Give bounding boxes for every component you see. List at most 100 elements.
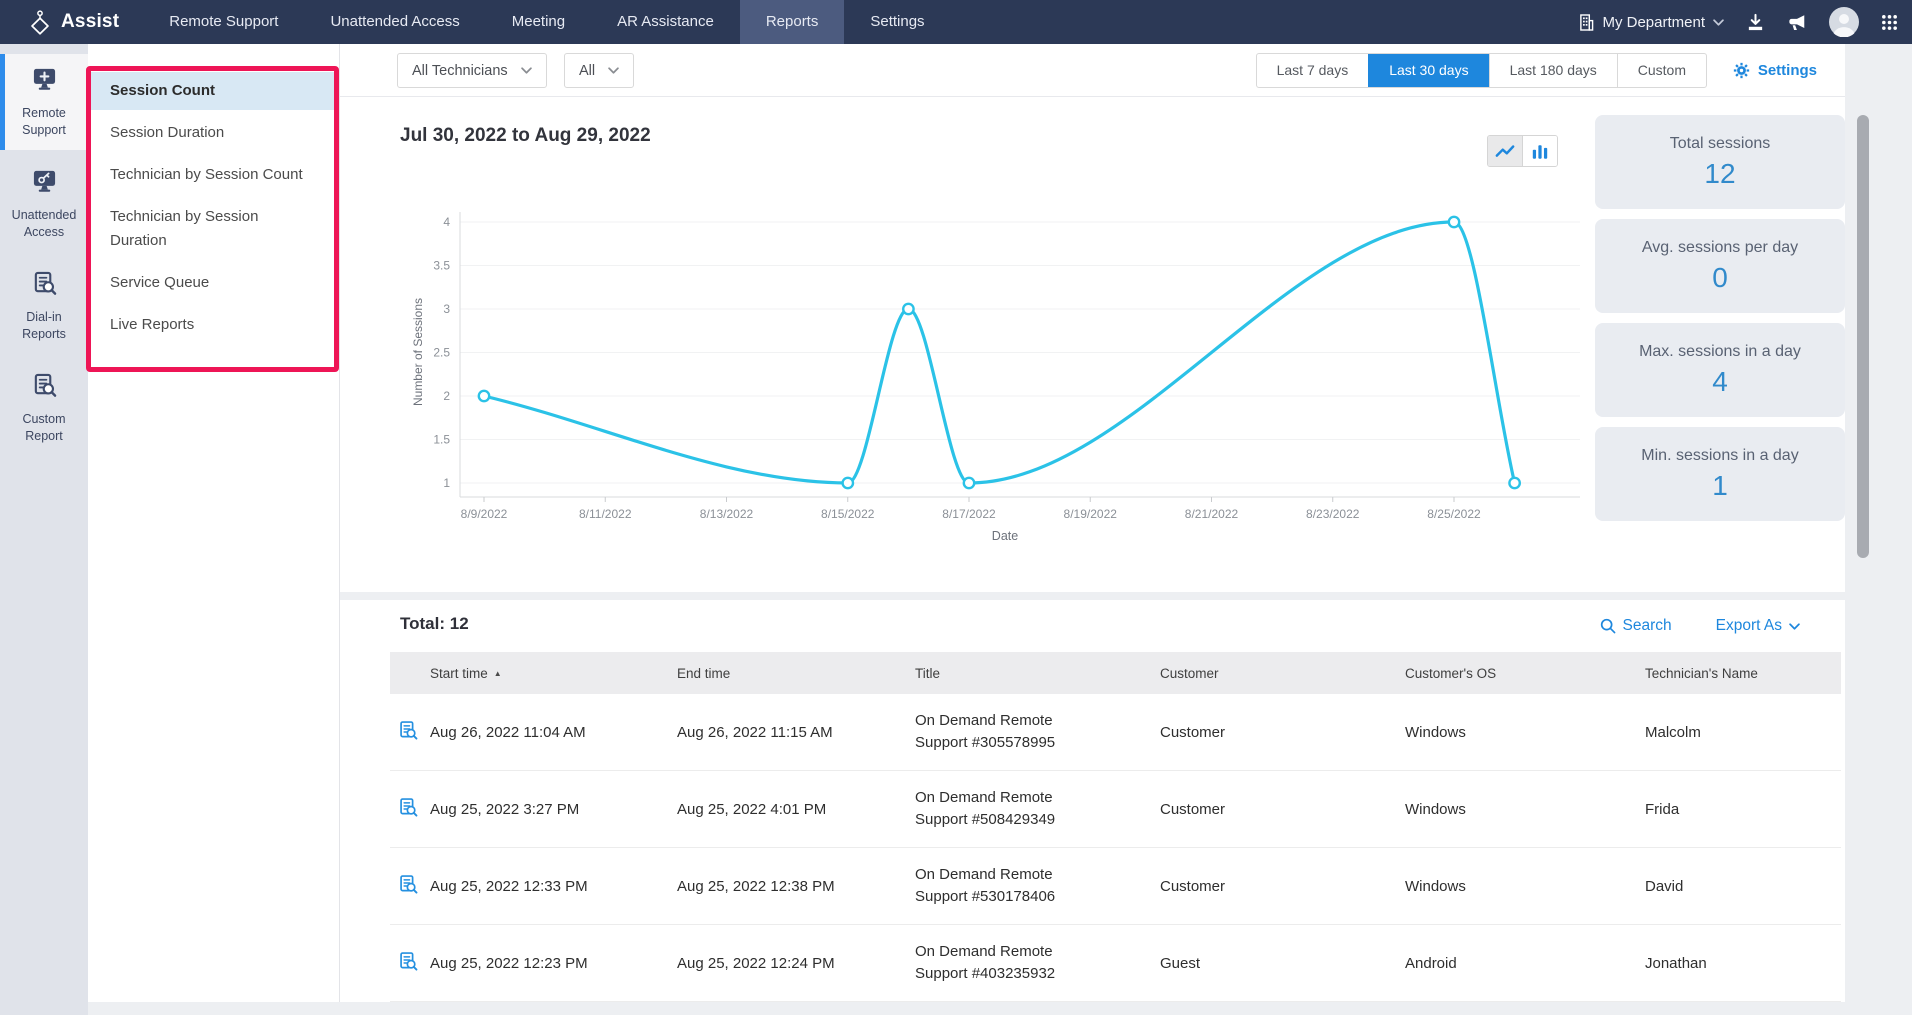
end-time-cell: Aug 26, 2022 11:15 AM bbox=[677, 724, 915, 741]
filter-bar: All Technicians All Last 7 daysLast 30 d… bbox=[340, 44, 1845, 97]
chevron-down-icon bbox=[1713, 19, 1724, 26]
app-logo[interactable]: Assist bbox=[28, 9, 119, 36]
sidebar-item-dial-in-reports[interactable]: Dial-in Reports bbox=[0, 258, 88, 354]
data-point-marker[interactable] bbox=[843, 478, 853, 488]
search-icon bbox=[1600, 618, 1616, 634]
sidebar-item-remote-support[interactable]: Remote Support bbox=[0, 54, 88, 150]
end-time-cell: Aug 25, 2022 4:01 PM bbox=[677, 801, 915, 818]
monitor-plus-icon bbox=[31, 67, 58, 92]
table-row[interactable]: Aug 25, 2022 12:23 PM Aug 25, 2022 12:24… bbox=[390, 925, 1841, 1002]
data-point-marker[interactable] bbox=[1509, 478, 1519, 488]
report-menu-item-service-queue[interactable]: Service Queue bbox=[88, 264, 339, 302]
report-menu-item-session-count[interactable]: Session Count bbox=[88, 72, 339, 110]
column-header-start-time[interactable]: Start time▲ bbox=[430, 666, 677, 681]
y-tick-label: 1 bbox=[443, 476, 450, 490]
summary-card-max-sessions-in-a-day: Max. sessions in a day 4 bbox=[1595, 323, 1845, 417]
session-type-filter-value: All bbox=[579, 63, 595, 79]
technician-name-cell: Frida bbox=[1645, 801, 1841, 818]
table-row[interactable]: Aug 25, 2022 12:33 PM Aug 25, 2022 12:38… bbox=[390, 848, 1841, 925]
y-tick-label: 3 bbox=[443, 302, 450, 316]
customer-os-cell: Windows bbox=[1405, 724, 1645, 741]
table-row[interactable]: Aug 26, 2022 11:04 AM Aug 26, 2022 11:15… bbox=[390, 694, 1841, 771]
department-selector[interactable]: My Department bbox=[1579, 14, 1724, 31]
nav-item-ar-assistance[interactable]: AR Assistance bbox=[591, 0, 740, 44]
download-icon[interactable] bbox=[1746, 13, 1765, 32]
y-tick-label: 2 bbox=[443, 389, 450, 403]
session-report-cell bbox=[390, 720, 430, 745]
sessions-table-card: Total: 12 Search Export As Start time▲En… bbox=[340, 600, 1845, 1002]
start-time-cell: Aug 25, 2022 3:27 PM bbox=[430, 801, 677, 818]
search-button[interactable]: Search bbox=[1600, 617, 1672, 635]
nav-item-settings[interactable]: Settings bbox=[844, 0, 950, 44]
vertical-scrollbar[interactable] bbox=[1857, 115, 1869, 558]
end-time-cell: Aug 25, 2022 12:38 PM bbox=[677, 878, 915, 895]
sidebar-item-label: Unattended Access bbox=[4, 207, 84, 241]
top-navbar: Assist Remote SupportUnattended AccessMe… bbox=[0, 0, 1912, 44]
customer-os-cell: Android bbox=[1405, 955, 1645, 972]
sidebar-item-unattended-access[interactable]: Unattended Access bbox=[0, 156, 88, 252]
start-time-cell: Aug 26, 2022 11:04 AM bbox=[430, 724, 677, 741]
range-button-last-30-days[interactable]: Last 30 days bbox=[1368, 54, 1488, 87]
session-title-cell: On Demand Remote Support #508429349 bbox=[915, 787, 1160, 831]
session-type-filter-dropdown[interactable]: All bbox=[564, 53, 634, 88]
technician-filter-value: All Technicians bbox=[412, 63, 508, 79]
sidebar-item-label: Custom Report bbox=[4, 411, 84, 445]
x-tick-label: 8/19/2022 bbox=[1064, 507, 1118, 521]
column-header-customer-s-os[interactable]: Customer's OS bbox=[1405, 666, 1645, 681]
nav-item-meeting[interactable]: Meeting bbox=[486, 0, 591, 44]
range-button-last-7-days[interactable]: Last 7 days bbox=[1257, 54, 1369, 87]
data-point-marker[interactable] bbox=[479, 391, 489, 401]
column-header-customer[interactable]: Customer bbox=[1160, 666, 1405, 681]
session-title-cell: On Demand Remote Support #403235932 bbox=[915, 941, 1160, 985]
nav-item-reports[interactable]: Reports bbox=[740, 0, 845, 44]
range-button-custom[interactable]: Custom bbox=[1617, 54, 1706, 87]
module-sidebar: Remote Support Unattended Access Dial-in… bbox=[0, 44, 88, 1015]
nav-item-remote-support[interactable]: Remote Support bbox=[143, 0, 304, 44]
data-point-marker[interactable] bbox=[903, 304, 913, 314]
export-as-button[interactable]: Export As bbox=[1716, 617, 1800, 635]
report-menu-item-live-reports[interactable]: Live Reports bbox=[88, 306, 339, 344]
customer-os-cell: Windows bbox=[1405, 801, 1645, 818]
y-tick-label: 2.5 bbox=[433, 346, 450, 360]
session-count-chart-card: Jul 30, 2022 to Aug 29, 2022 Number of S… bbox=[340, 97, 1845, 592]
monitor-key-icon bbox=[31, 169, 58, 194]
x-tick-label: 8/23/2022 bbox=[1306, 507, 1360, 521]
customer-cell: Customer bbox=[1160, 801, 1405, 818]
chevron-down-icon bbox=[608, 67, 619, 74]
technician-filter-dropdown[interactable]: All Technicians bbox=[397, 53, 547, 88]
column-header-title[interactable]: Title bbox=[915, 666, 1160, 681]
summary-card-avg-sessions-per-day: Avg. sessions per day 0 bbox=[1595, 219, 1845, 313]
y-tick-label: 1.5 bbox=[433, 433, 450, 447]
clipboard-search-icon bbox=[398, 797, 418, 818]
technician-name-cell: Jonathan bbox=[1645, 955, 1841, 972]
clipboard-search-icon bbox=[398, 874, 418, 895]
column-header-technician-s-name[interactable]: Technician's Name bbox=[1645, 666, 1841, 681]
summary-cards: Total sessions 12Avg. sessions per day 0… bbox=[1595, 115, 1845, 521]
report-menu-item-technician-by-session-count[interactable]: Technician by Session Count bbox=[88, 156, 339, 194]
y-tick-label: 4 bbox=[443, 215, 450, 229]
sidebar-item-custom-report[interactable]: Custom Report bbox=[0, 360, 88, 456]
nav-item-unattended-access[interactable]: Unattended Access bbox=[304, 0, 485, 44]
report-menu-item-session-duration[interactable]: Session Duration bbox=[88, 114, 339, 152]
data-point-marker[interactable] bbox=[964, 478, 974, 488]
summary-card-value: 12 bbox=[1704, 158, 1735, 190]
table-actions: Search Export As bbox=[1600, 617, 1800, 635]
apps-grid-icon[interactable] bbox=[1881, 14, 1898, 31]
summary-card-label: Avg. sessions per day bbox=[1642, 239, 1798, 257]
column-header-end-time[interactable]: End time bbox=[677, 666, 915, 681]
table-header-row: Start time▲End timeTitleCustomerCustomer… bbox=[390, 652, 1841, 694]
range-button-last-180-days[interactable]: Last 180 days bbox=[1489, 54, 1617, 87]
table-row[interactable]: Aug 25, 2022 3:27 PM Aug 25, 2022 4:01 P… bbox=[390, 771, 1841, 848]
gear-icon bbox=[1733, 62, 1750, 79]
session-title-cell: On Demand Remote Support #530178406 bbox=[915, 864, 1160, 908]
summary-card-value: 4 bbox=[1712, 366, 1728, 398]
report-menu-item-technician-by-session-duration[interactable]: Technician by Session Duration bbox=[88, 198, 339, 260]
department-name: My Department bbox=[1602, 14, 1705, 31]
report-settings-button[interactable]: Settings bbox=[1733, 44, 1817, 97]
data-point-marker[interactable] bbox=[1449, 217, 1459, 227]
end-time-cell: Aug 25, 2022 12:24 PM bbox=[677, 955, 915, 972]
announcements-icon[interactable] bbox=[1787, 13, 1807, 32]
user-avatar[interactable] bbox=[1829, 7, 1859, 37]
x-tick-label: 8/13/2022 bbox=[700, 507, 754, 521]
chevron-down-icon bbox=[521, 67, 532, 74]
